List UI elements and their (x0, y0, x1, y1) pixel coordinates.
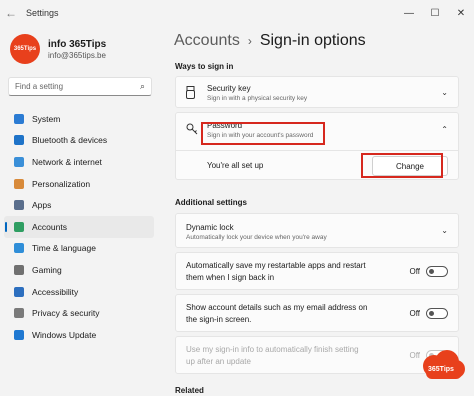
chevron-down-icon[interactable]: ⌄ (441, 226, 448, 235)
page-title: Sign-in options (259, 32, 366, 49)
wifi-icon (14, 156, 24, 167)
sidebar-item-label: Gaming (32, 264, 62, 275)
restart-apps-line1: Automatically save my restartable apps a… (186, 261, 366, 270)
security-key-subtitle: Sign in with a physical security key (207, 95, 308, 102)
toggle-state: Off (409, 267, 420, 276)
sidebar-item-label: Bluetooth & devices (32, 135, 108, 146)
watermark-text: 365Tips (428, 366, 454, 373)
controller-icon (14, 264, 24, 275)
account-details-line2: the sign-in screen. (186, 315, 252, 324)
signin-info-line1: Use my sign-in info to automatically fin… (186, 345, 359, 354)
toggle-state: Off (409, 309, 420, 318)
search-placeholder: Find a setting (15, 82, 64, 91)
apps-icon (14, 200, 24, 211)
accessibility-icon (14, 286, 24, 297)
brush-icon (14, 178, 24, 189)
sidebar-item-label: Network & internet (32, 156, 102, 167)
window-controls: — ☐ ✕ (396, 0, 474, 26)
sidebar-item-apps[interactable]: Apps (4, 194, 154, 216)
back-arrow-icon[interactable]: ← (0, 0, 22, 26)
section-ways-to-sign-in: Ways to sign in (175, 62, 234, 71)
signin-info-row: Use my sign-in info to automatically fin… (175, 336, 459, 374)
restart-apps-toggle[interactable]: Off (409, 266, 448, 277)
title-bar: ← Settings — ☐ ✕ (0, 0, 474, 26)
365tips-watermark-logo: 365Tips (420, 350, 466, 386)
window-title: Settings (26, 8, 59, 18)
signin-info-line2: up after an update (186, 357, 251, 366)
dynamic-lock-title: Dynamic lock (186, 223, 234, 232)
sidebar-item-label: Time & language (32, 243, 96, 254)
maximize-button[interactable]: ☐ (422, 0, 448, 26)
account-details-toggle[interactable]: Off (409, 308, 448, 319)
sidebar-nav: System Bluetooth & devices Network & int… (4, 108, 154, 346)
dynamic-lock-row[interactable]: Dynamic lock Automatically lock your dev… (175, 213, 459, 248)
person-icon (14, 221, 24, 232)
sidebar-item-system[interactable]: System (4, 108, 154, 130)
search-input[interactable]: Find a setting ⌕ (8, 77, 152, 96)
globe-clock-icon (14, 243, 24, 254)
dynamic-lock-subtitle: Automatically lock your device when you'… (186, 234, 327, 241)
divider (176, 150, 458, 151)
chevron-up-icon[interactable]: ⌃ (441, 125, 448, 134)
password-status: You're all set up (207, 161, 264, 170)
password-highlight (201, 122, 325, 145)
sidebar-item-label: Accessibility (32, 286, 79, 297)
avatar: 365Tips (10, 34, 40, 64)
restart-apps-row: Automatically save my restartable apps a… (175, 252, 459, 290)
change-button-highlight (361, 153, 443, 178)
breadcrumb: Accounts › Sign-in options (174, 32, 366, 50)
sidebar-item-accounts[interactable]: Accounts (4, 215, 154, 238)
section-additional-settings: Additional settings (175, 198, 247, 207)
sidebar-item-bluetooth[interactable]: Bluetooth & devices (4, 130, 154, 152)
toggle-state: Off (409, 351, 420, 360)
account-details-line1: Show account details such as my email ad… (186, 303, 368, 312)
sidebar-item-windows-update[interactable]: Windows Update (4, 324, 154, 346)
toggle-switch[interactable] (426, 266, 448, 277)
sidebar-item-label: Accounts (32, 221, 67, 232)
key-icon (186, 123, 198, 138)
sidebar-item-time-language[interactable]: Time & language (4, 238, 154, 260)
sidebar: 365Tips info 365Tips info@365tips.be Fin… (0, 26, 158, 396)
shield-icon (14, 308, 24, 319)
breadcrumb-parent[interactable]: Accounts (174, 32, 240, 50)
sidebar-item-label: Apps (32, 200, 52, 211)
toggle-knob (429, 269, 434, 274)
search-icon: ⌕ (139, 81, 145, 91)
section-related: Related (175, 386, 204, 395)
security-key-row[interactable]: Security key Sign in with a physical sec… (175, 76, 459, 108)
security-key-title: Security key (207, 84, 251, 93)
sidebar-item-network[interactable]: Network & internet (4, 151, 154, 173)
bluetooth-icon (14, 135, 24, 146)
sidebar-item-label: System (32, 113, 61, 124)
sidebar-item-accessibility[interactable]: Accessibility (4, 281, 154, 303)
sidebar-item-personalization[interactable]: Personalization (4, 173, 154, 195)
avatar-logo-text: 365Tips (13, 46, 37, 52)
chevron-right-icon: › (247, 34, 252, 48)
sidebar-item-label: Privacy & security (32, 308, 100, 319)
user-profile[interactable]: 365Tips info 365Tips info@365tips.be (10, 34, 106, 64)
profile-email: info@365tips.be (48, 50, 106, 60)
monitor-icon (14, 113, 24, 124)
profile-name: info 365Tips (48, 38, 107, 50)
update-icon (14, 329, 24, 340)
sidebar-item-gaming[interactable]: Gaming (4, 259, 154, 281)
toggle-switch[interactable] (426, 308, 448, 319)
usb-key-icon (186, 86, 195, 102)
main-content: Accounts › Sign-in options Ways to sign … (166, 26, 466, 396)
toggle-knob (429, 311, 434, 316)
chevron-down-icon[interactable]: ⌄ (441, 88, 448, 97)
restart-apps-line2: them when I sign back in (186, 273, 275, 282)
sidebar-item-label: Personalization (32, 178, 91, 189)
sidebar-item-label: Windows Update (32, 329, 97, 340)
minimize-button[interactable]: — (396, 0, 422, 26)
close-button[interactable]: ✕ (448, 0, 474, 26)
account-details-row: Show account details such as my email ad… (175, 294, 459, 332)
sidebar-item-privacy-security[interactable]: Privacy & security (4, 302, 154, 324)
